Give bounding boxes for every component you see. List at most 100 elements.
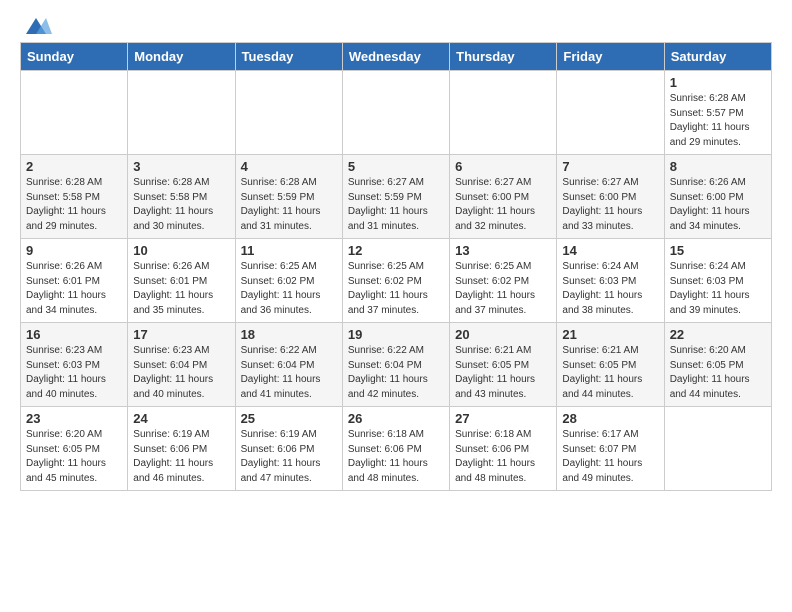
day-number: 18 xyxy=(241,327,337,342)
weekday-header: Tuesday xyxy=(235,43,342,71)
calendar-cell: 14 Sunrise: 6:24 AM Sunset: 6:03 PM Dayli… xyxy=(557,239,664,323)
day-info: Sunrise: 6:28 AM Sunset: 5:59 PM Dayligh… xyxy=(241,176,337,234)
day-number: 10 xyxy=(133,243,229,258)
day-number: 27 xyxy=(455,411,551,426)
day-info: Sunrise: 6:23 AM Sunset: 6:03 PM Dayligh… xyxy=(26,344,122,402)
day-info: Sunrise: 6:20 AM Sunset: 6:05 PM Dayligh… xyxy=(26,428,122,486)
calendar-cell: 3 Sunrise: 6:28 AM Sunset: 5:58 PM Daylig… xyxy=(128,155,235,239)
day-number: 16 xyxy=(26,327,122,342)
day-number: 4 xyxy=(241,159,337,174)
day-number: 26 xyxy=(348,411,444,426)
calendar-cell: 17 Sunrise: 6:23 AM Sunset: 6:04 PM Dayli… xyxy=(128,323,235,407)
day-number: 24 xyxy=(133,411,229,426)
day-info: Sunrise: 6:27 AM Sunset: 5:59 PM Dayligh… xyxy=(348,176,444,234)
calendar-cell: 10 Sunrise: 6:26 AM Sunset: 6:01 PM Dayli… xyxy=(128,239,235,323)
day-info: Sunrise: 6:26 AM Sunset: 6:01 PM Dayligh… xyxy=(133,260,229,318)
calendar: SundayMondayTuesdayWednesdayThursdayFrid… xyxy=(20,42,772,491)
calendar-cell: 4 Sunrise: 6:28 AM Sunset: 5:59 PM Daylig… xyxy=(235,155,342,239)
weekday-header: Wednesday xyxy=(342,43,449,71)
calendar-cell: 1 Sunrise: 6:28 AM Sunset: 5:57 PM Daylig… xyxy=(664,71,771,155)
day-number: 14 xyxy=(562,243,658,258)
day-info: Sunrise: 6:19 AM Sunset: 6:06 PM Dayligh… xyxy=(241,428,337,486)
calendar-week-row: 16 Sunrise: 6:23 AM Sunset: 6:03 PM Dayli… xyxy=(21,323,772,407)
calendar-cell xyxy=(450,71,557,155)
calendar-cell: 21 Sunrise: 6:21 AM Sunset: 6:05 PM Dayli… xyxy=(557,323,664,407)
weekday-header: Friday xyxy=(557,43,664,71)
day-info: Sunrise: 6:24 AM Sunset: 6:03 PM Dayligh… xyxy=(562,260,658,318)
calendar-cell: 11 Sunrise: 6:25 AM Sunset: 6:02 PM Dayli… xyxy=(235,239,342,323)
day-info: Sunrise: 6:28 AM Sunset: 5:57 PM Dayligh… xyxy=(670,92,766,150)
calendar-cell: 27 Sunrise: 6:18 AM Sunset: 6:06 PM Dayli… xyxy=(450,407,557,491)
calendar-week-row: 23 Sunrise: 6:20 AM Sunset: 6:05 PM Dayli… xyxy=(21,407,772,491)
page: SundayMondayTuesdayWednesdayThursdayFrid… xyxy=(0,0,792,507)
calendar-week-row: 9 Sunrise: 6:26 AM Sunset: 6:01 PM Daylig… xyxy=(21,239,772,323)
day-info: Sunrise: 6:26 AM Sunset: 6:01 PM Dayligh… xyxy=(26,260,122,318)
calendar-cell xyxy=(557,71,664,155)
day-info: Sunrise: 6:22 AM Sunset: 6:04 PM Dayligh… xyxy=(241,344,337,402)
calendar-cell: 7Sunrise: 6:27 AM Sunset: 6:00 PM Daylig… xyxy=(557,155,664,239)
calendar-cell xyxy=(235,71,342,155)
day-number: 11 xyxy=(241,243,337,258)
day-info: Sunrise: 6:18 AM Sunset: 6:06 PM Dayligh… xyxy=(348,428,444,486)
calendar-cell: 20 Sunrise: 6:21 AM Sunset: 6:05 PM Dayli… xyxy=(450,323,557,407)
calendar-cell: 25Sunrise: 6:19 AM Sunset: 6:06 PM Dayli… xyxy=(235,407,342,491)
calendar-cell: 18 Sunrise: 6:22 AM Sunset: 6:04 PM Dayli… xyxy=(235,323,342,407)
day-number: 28 xyxy=(562,411,658,426)
calendar-cell: 13 Sunrise: 6:25 AM Sunset: 6:02 PM Dayli… xyxy=(450,239,557,323)
day-info: Sunrise: 6:21 AM Sunset: 6:05 PM Dayligh… xyxy=(455,344,551,402)
weekday-header: Monday xyxy=(128,43,235,71)
day-number: 2 xyxy=(26,159,122,174)
day-info: Sunrise: 6:28 AM Sunset: 5:58 PM Dayligh… xyxy=(133,176,229,234)
calendar-cell xyxy=(342,71,449,155)
calendar-cell: 8 Sunrise: 6:26 AM Sunset: 6:00 PM Daylig… xyxy=(664,155,771,239)
calendar-cell: 12Sunrise: 6:25 AM Sunset: 6:02 PM Dayli… xyxy=(342,239,449,323)
day-info: Sunrise: 6:26 AM Sunset: 6:00 PM Dayligh… xyxy=(670,176,766,234)
day-number: 7 xyxy=(562,159,658,174)
calendar-cell: 9 Sunrise: 6:26 AM Sunset: 6:01 PM Daylig… xyxy=(21,239,128,323)
day-number: 1 xyxy=(670,75,766,90)
calendar-cell: 6 Sunrise: 6:27 AM Sunset: 6:00 PM Daylig… xyxy=(450,155,557,239)
day-number: 9 xyxy=(26,243,122,258)
day-number: 15 xyxy=(670,243,766,258)
calendar-week-row: 2 Sunrise: 6:28 AM Sunset: 5:58 PM Daylig… xyxy=(21,155,772,239)
day-number: 13 xyxy=(455,243,551,258)
day-number: 20 xyxy=(455,327,551,342)
weekday-header: Saturday xyxy=(664,43,771,71)
day-number: 23 xyxy=(26,411,122,426)
day-number: 17 xyxy=(133,327,229,342)
day-info: Sunrise: 6:25 AM Sunset: 6:02 PM Dayligh… xyxy=(455,260,551,318)
calendar-cell: 16 Sunrise: 6:23 AM Sunset: 6:03 PM Dayli… xyxy=(21,323,128,407)
day-info: Sunrise: 6:25 AM Sunset: 6:02 PM Dayligh… xyxy=(348,260,444,318)
day-info: Sunrise: 6:28 AM Sunset: 5:58 PM Dayligh… xyxy=(26,176,122,234)
calendar-cell: 2 Sunrise: 6:28 AM Sunset: 5:58 PM Daylig… xyxy=(21,155,128,239)
day-number: 3 xyxy=(133,159,229,174)
day-info: Sunrise: 6:24 AM Sunset: 6:03 PM Dayligh… xyxy=(670,260,766,318)
logo-icon xyxy=(22,16,52,38)
weekday-header: Thursday xyxy=(450,43,557,71)
calendar-cell: 23 Sunrise: 6:20 AM Sunset: 6:05 PM Dayli… xyxy=(21,407,128,491)
day-info: Sunrise: 6:21 AM Sunset: 6:05 PM Dayligh… xyxy=(562,344,658,402)
day-info: Sunrise: 6:23 AM Sunset: 6:04 PM Dayligh… xyxy=(133,344,229,402)
calendar-header-row: SundayMondayTuesdayWednesdayThursdayFrid… xyxy=(21,43,772,71)
day-number: 6 xyxy=(455,159,551,174)
calendar-cell: 19Sunrise: 6:22 AM Sunset: 6:04 PM Dayli… xyxy=(342,323,449,407)
day-info: Sunrise: 6:17 AM Sunset: 6:07 PM Dayligh… xyxy=(562,428,658,486)
calendar-cell: 28 Sunrise: 6:17 AM Sunset: 6:07 PM Dayli… xyxy=(557,407,664,491)
calendar-cell xyxy=(21,71,128,155)
logo xyxy=(20,16,54,32)
day-number: 8 xyxy=(670,159,766,174)
calendar-cell: 15 Sunrise: 6:24 AM Sunset: 6:03 PM Dayli… xyxy=(664,239,771,323)
day-info: Sunrise: 6:20 AM Sunset: 6:05 PM Dayligh… xyxy=(670,344,766,402)
day-info: Sunrise: 6:27 AM Sunset: 6:00 PM Dayligh… xyxy=(455,176,551,234)
calendar-cell: 26 Sunrise: 6:18 AM Sunset: 6:06 PM Dayli… xyxy=(342,407,449,491)
calendar-cell: 5 Sunrise: 6:27 AM Sunset: 5:59 PM Daylig… xyxy=(342,155,449,239)
day-info: Sunrise: 6:22 AM Sunset: 6:04 PM Dayligh… xyxy=(348,344,444,402)
day-number: 21 xyxy=(562,327,658,342)
calendar-cell xyxy=(664,407,771,491)
day-info: Sunrise: 6:25 AM Sunset: 6:02 PM Dayligh… xyxy=(241,260,337,318)
day-number: 22 xyxy=(670,327,766,342)
day-info: Sunrise: 6:18 AM Sunset: 6:06 PM Dayligh… xyxy=(455,428,551,486)
day-number: 5 xyxy=(348,159,444,174)
header xyxy=(20,16,772,32)
calendar-cell xyxy=(128,71,235,155)
